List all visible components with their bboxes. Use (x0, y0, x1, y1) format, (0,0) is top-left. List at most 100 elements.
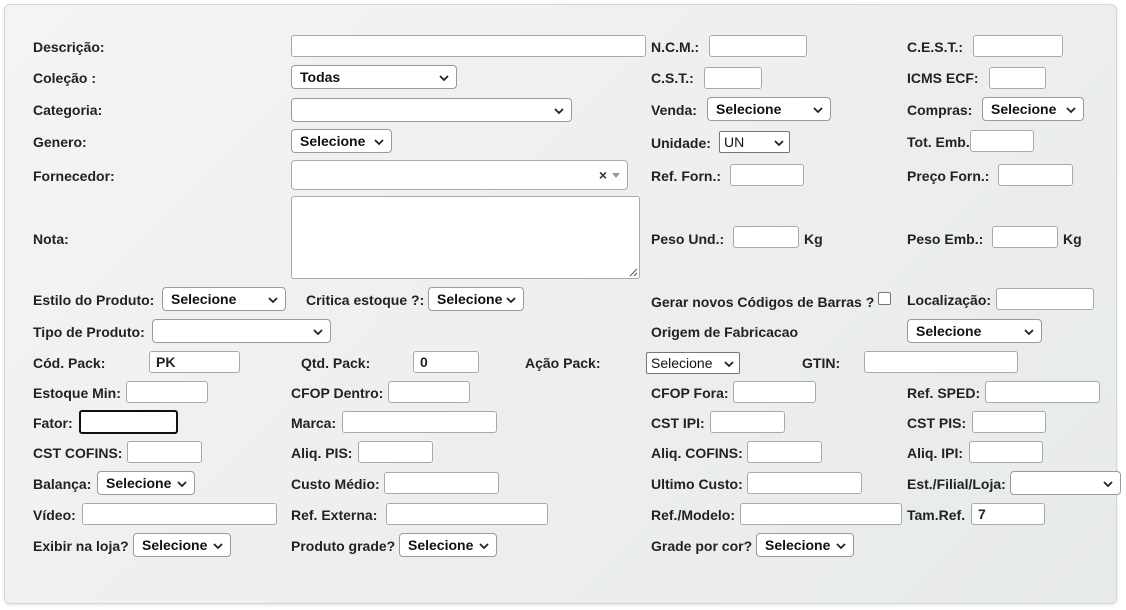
peso-und-input[interactable] (733, 226, 799, 248)
label-video: Vídeo: (33, 507, 76, 523)
produto-grade-selected-value: Selecione (408, 537, 474, 553)
label-colecao: Coleção : (33, 70, 97, 86)
cfop-fora-input[interactable] (733, 381, 816, 403)
label-origem-fabricacao: Origem de Fabricacao (651, 324, 799, 340)
label-descricao: Descrição: (33, 39, 105, 55)
fornecedor-select[interactable]: × (291, 160, 628, 190)
label-fator: Fator: (33, 415, 73, 431)
label-ref-forn: Ref. Forn.: (651, 168, 721, 184)
label-est-filial-loja: Est./Filial/Loja: (907, 476, 1006, 492)
label-gtin: GTIN: (802, 355, 841, 371)
ultimo-custo-input[interactable] (747, 472, 862, 494)
estilo-produto-select[interactable]: Selecione (162, 287, 286, 311)
grade-cor-selected-value: Selecione (765, 537, 831, 553)
ref-externa-input[interactable] (386, 503, 548, 525)
chevron-down-icon (554, 108, 564, 115)
acao-pack-selected-value: Selecione (651, 355, 713, 371)
balanca-select[interactable]: Selecione (97, 471, 195, 495)
label-fornecedor: Fornecedor: (33, 168, 115, 184)
icms-ecf-input[interactable] (989, 67, 1046, 89)
peso-emb-unit: Kg (1063, 231, 1082, 247)
chevron-down-icon (813, 107, 823, 114)
label-acao-pack: Ação Pack: (525, 355, 601, 371)
colecao-select[interactable]: Todas (291, 65, 457, 89)
label-cst-pis: CST PIS: (907, 415, 967, 431)
descricao-input[interactable] (291, 35, 646, 57)
aliq-cofins-input[interactable] (747, 441, 822, 463)
cst-pis-input[interactable] (972, 411, 1046, 433)
cod-pack-input[interactable] (149, 351, 240, 373)
chevron-down-icon (479, 543, 489, 550)
colecao-selected-value: Todas (300, 69, 341, 85)
venda-select[interactable]: Selecione (707, 97, 831, 121)
gerar-codigos-checkbox[interactable] (878, 292, 891, 305)
caret-down-icon (612, 173, 620, 178)
produto-grade-select[interactable]: Selecione (399, 533, 497, 557)
label-estilo-produto: Estilo do Produto: (33, 292, 155, 308)
cst-input[interactable] (704, 67, 762, 89)
genero-select[interactable]: Selecione (291, 129, 392, 153)
nota-textarea[interactable] (291, 196, 640, 279)
estilo-produto-selected-value: Selecione (171, 291, 237, 307)
ref-modelo-input[interactable] (740, 503, 902, 525)
label-gerar-codigos: Gerar novos Códigos de Barras ? (651, 294, 875, 310)
unidade-select[interactable]: UN (719, 131, 790, 153)
label-cod-pack: Cód. Pack: (33, 355, 106, 371)
label-preco-forn: Preço Forn.: (907, 168, 990, 184)
label-cfop-dentro: CFOP Dentro: (291, 385, 384, 401)
label-estoque-min: Estoque Min: (33, 385, 121, 401)
label-custo-medio: Custo Médio: (291, 476, 380, 492)
fator-input[interactable] (79, 410, 178, 434)
video-input[interactable] (82, 503, 277, 525)
label-cfop-fora: CFOP Fora: (651, 385, 729, 401)
label-tam-ref: Tam.Ref. (907, 507, 966, 523)
estoque-min-input[interactable] (126, 381, 208, 403)
ref-forn-input[interactable] (730, 164, 804, 186)
ref-sped-input[interactable] (985, 381, 1100, 403)
chevron-down-icon (724, 361, 734, 368)
venda-selected-value: Selecione (716, 101, 782, 117)
aliq-pis-input[interactable] (358, 441, 433, 463)
gtin-input[interactable] (864, 351, 1018, 373)
marca-input[interactable] (342, 411, 497, 433)
qtd-pack-input[interactable] (413, 351, 479, 373)
exibir-loja-select[interactable]: Selecione (133, 533, 231, 557)
genero-selected-value: Selecione (300, 133, 366, 149)
cst-cofins-input[interactable] (127, 441, 202, 463)
critica-estoque-select[interactable]: Selecione (428, 287, 524, 311)
preco-forn-input[interactable] (998, 164, 1073, 186)
tot-emb-input[interactable] (970, 130, 1034, 152)
cest-input[interactable] (973, 35, 1063, 57)
custo-medio-input[interactable] (384, 472, 499, 494)
peso-emb-input[interactable] (992, 226, 1058, 248)
label-ref-sped: Ref. SPED: (907, 385, 981, 401)
label-cst-cofins: CST COFINS: (33, 445, 123, 461)
compras-select[interactable]: Selecione (982, 97, 1084, 121)
chevron-down-icon (836, 543, 846, 550)
label-aliq-ipi: Aliq. IPI: (907, 445, 963, 461)
ncm-input[interactable] (709, 35, 807, 57)
label-unidade: Unidade: (651, 135, 711, 151)
tam-ref-input[interactable] (971, 503, 1045, 525)
critica-estoque-selected-value: Selecione (437, 291, 503, 307)
label-genero: Genero: (33, 134, 87, 150)
tipo-produto-select[interactable] (152, 319, 331, 343)
acao-pack-select[interactable]: Selecione (646, 352, 740, 374)
label-venda: Venda: (651, 102, 697, 118)
est-filial-loja-select[interactable] (1010, 471, 1121, 495)
cfop-dentro-input[interactable] (388, 381, 470, 403)
localizacao-input[interactable] (996, 288, 1094, 310)
grade-cor-select[interactable]: Selecione (756, 533, 854, 557)
aliq-ipi-input[interactable] (969, 441, 1043, 463)
nota-textarea-wrap (291, 196, 640, 279)
label-grade-cor: Grade por cor? (651, 538, 753, 554)
label-cst-ipi: CST IPI: (651, 415, 705, 431)
cst-ipi-input[interactable] (710, 411, 785, 433)
chevron-down-icon (213, 543, 223, 550)
origem-fabricacao-select[interactable]: Selecione (907, 319, 1042, 343)
resize-grip-icon[interactable] (628, 267, 638, 277)
label-peso-emb: Peso Emb.: (907, 231, 984, 247)
label-aliq-cofins: Aliq. COFINS: (651, 445, 743, 461)
categoria-select[interactable] (291, 98, 572, 122)
clear-x-icon[interactable]: × (599, 167, 607, 183)
